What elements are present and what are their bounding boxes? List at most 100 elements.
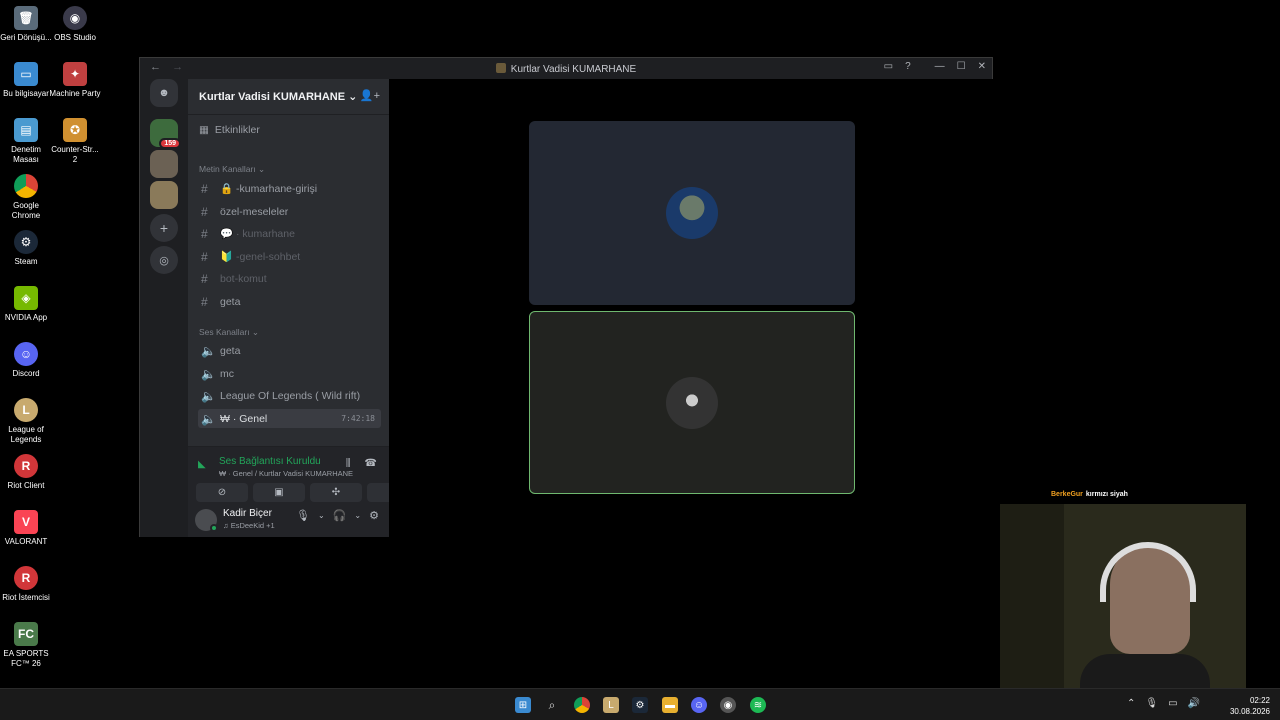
voice-channel[interactable]: 🔈 geta <box>198 341 381 360</box>
voice-channel-active[interactable]: 🔈 ₩ · Genel 7:42:18 <box>198 409 381 428</box>
activities-button[interactable]: ✣ <box>310 483 362 502</box>
help-icon[interactable]: ? <box>905 61 911 72</box>
speaker-icon: 🔈 <box>201 411 216 426</box>
server-icon-active[interactable] <box>150 181 178 209</box>
desktop-icon-recycle-bin[interactable]: 🗑 Geri Dönüşü... <box>0 6 52 43</box>
hash-icon: # <box>201 226 208 241</box>
inbox-icon[interactable]: ▭ <box>884 61 893 72</box>
voice-location: ₩ · Genel / Kurtlar Vadisi KUMARHANE <box>219 469 354 478</box>
desktop-icon-riot-istemcisi[interactable]: R Riot İstemcisi <box>0 566 52 603</box>
desktop-icon-nvidia[interactable]: ◈ NVIDIA App <box>0 286 52 323</box>
server-name: Kurtlar Vadisi KUMARHANE ⌄ <box>199 91 358 103</box>
chevron-up-icon[interactable]: ⌃ <box>1127 698 1135 709</box>
discord-icon: ☺ <box>14 342 38 366</box>
desktop-icon-lol[interactable]: L League of Legends <box>0 398 52 445</box>
hash-icon: # <box>201 181 208 196</box>
disconnect-icon[interactable]: ☎ <box>365 458 377 469</box>
user-name: Kadir Biçer <box>223 508 272 519</box>
microphone-icon[interactable]: 🎙 <box>296 509 310 522</box>
close-button[interactable]: ✕ <box>978 61 986 72</box>
voice-category[interactable]: Ses Kanalları ⌄ <box>199 327 259 338</box>
server-icon <box>495 63 506 73</box>
text-channel[interactable]: # özel-meseleler <box>198 202 381 221</box>
obs-taskbar-icon[interactable]: ◉ <box>720 697 736 713</box>
text-channel[interactable]: # bot-komut <box>198 269 381 288</box>
desktop-icon-obs[interactable]: ◉ OBS Studio <box>49 6 101 43</box>
recycle-bin-icon: 🗑 <box>14 6 38 30</box>
microphone-icon[interactable]: 🎙 <box>1145 698 1158 709</box>
add-server-icon[interactable]: + <box>150 214 178 242</box>
text-category[interactable]: Metin Kanalları ⌄ <box>199 164 265 175</box>
screen-share-button[interactable]: ▣ <box>253 483 305 502</box>
discord-home-icon[interactable]: ☻ <box>150 79 178 107</box>
minimize-button[interactable]: — <box>935 61 945 72</box>
title-bar: ← → Kurtlar Vadisi KUMARHANE ▭ ? — ☐ ✕ <box>140 58 992 79</box>
steam-taskbar-icon[interactable]: ⚙ <box>632 697 648 713</box>
settings-gear-icon[interactable]: ⚙ <box>369 509 379 522</box>
network-icon[interactable]: ▭ <box>1168 698 1177 709</box>
invite-icon[interactable]: 👤+ <box>360 89 380 102</box>
user-panel: Kadir Biçer ♫ EsDeeKid +1 🎙 ⌄ 🎧 ⌄ ⚙ <box>188 508 389 537</box>
webcam-shirt <box>1080 654 1210 688</box>
chevron-down-icon[interactable]: ⌄ <box>318 511 325 522</box>
chrome-taskbar-icon[interactable] <box>574 697 590 713</box>
desktop-icon-control-panel[interactable]: ▤ Denetim Masası <box>0 118 52 165</box>
lol-taskbar-icon[interactable]: L <box>603 697 619 713</box>
desktop-icon-valorant[interactable]: V VALORANT <box>0 510 52 547</box>
valorant-icon: V <box>14 510 38 534</box>
desktop-icon-this-pc[interactable]: ▭ Bu bilgisayar <box>0 62 52 99</box>
hash-icon: # <box>201 271 208 286</box>
text-channel[interactable]: # geta <box>198 292 381 311</box>
participant-tile-speaking[interactable] <box>529 311 855 494</box>
server-header[interactable]: Kurtlar Vadisi KUMARHANE ⌄ 👤+ <box>188 79 389 115</box>
webcam-background <box>1000 504 1064 688</box>
search-icon[interactable]: ⌕ <box>544 697 560 713</box>
desktop-icon-discord[interactable]: ☺ Discord <box>0 342 52 379</box>
desktop-icon-machine-party[interactable]: ✦ Machine Party <box>49 62 101 99</box>
desktop-icon-steam[interactable]: ⚙ Steam <box>0 230 52 267</box>
server-icon-1[interactable]: 159 <box>150 119 181 149</box>
calendar-icon: ▦ <box>199 124 209 136</box>
text-channel[interactable]: # 💬 · kumarhane <box>198 224 381 243</box>
desktop-icon-ea-fc[interactable]: FC EA SPORTS FC™ 26 <box>0 622 52 669</box>
voice-status[interactable]: Ses Bağlantısı Kuruldu <box>219 456 321 467</box>
voice-channel[interactable]: 🔈 mc <box>198 364 381 383</box>
text-channel[interactable]: # 🔰 -genel-sohbet <box>198 247 381 266</box>
ea-fc-icon: FC <box>14 622 38 646</box>
avatar[interactable] <box>195 509 218 532</box>
desktop-icon-riot-client[interactable]: R Riot Client <box>0 454 52 491</box>
signal-icon: ◣ <box>198 459 206 470</box>
desktop-icon-cs2[interactable]: ✪ Counter-Str... 2 <box>49 118 101 165</box>
computer-icon: ▭ <box>14 62 38 86</box>
clock[interactable]: 02:22 30.08.2026 <box>1230 695 1270 717</box>
headphones-icon[interactable]: 🎧 <box>333 509 347 522</box>
discord-taskbar-icon[interactable]: ☺ <box>691 697 707 713</box>
noise-suppression-icon[interactable]: ⫼ <box>346 458 351 469</box>
desktop-icon-chrome[interactable]: Google Chrome <box>0 174 52 221</box>
window-title: Kurtlar Vadisi KUMARHANE <box>140 63 992 75</box>
participant-tile[interactable] <box>529 121 855 305</box>
volume-icon[interactable]: 🔊 <box>1188 698 1200 709</box>
voice-channel[interactable]: 🔈 League Of Legends ( Wild rift) <box>198 386 381 405</box>
events-item[interactable]: ▦ Etkinlikler <box>199 124 260 136</box>
camera-button[interactable]: ⊘ <box>196 483 248 502</box>
obs-icon: ◉ <box>63 6 87 30</box>
mention-badge: 159 <box>159 138 181 149</box>
discover-icon[interactable]: ◎ <box>150 246 178 274</box>
file-explorer-icon[interactable]: ▬ <box>662 697 678 713</box>
window-controls: ▭ ? — ☐ ✕ <box>884 61 986 72</box>
clock-date: 30.08.2026 <box>1229 707 1270 716</box>
discord-window: ← → Kurtlar Vadisi KUMARHANE ▭ ? — ☐ ✕ ☻… <box>139 57 993 537</box>
machine-party-icon: ✦ <box>63 62 87 86</box>
avatar <box>666 187 718 239</box>
speaker-icon: 🔈 <box>201 366 216 381</box>
steam-icon: ⚙ <box>14 230 38 254</box>
spotify-icon[interactable]: ≋ <box>750 697 766 713</box>
server-icon-2[interactable] <box>150 150 178 178</box>
speaker-icon: 🔈 <box>201 388 216 403</box>
camera-overlay-label: BerkeGur kırmızı siyah <box>1051 491 1128 498</box>
start-icon[interactable]: ⊞ <box>515 697 531 713</box>
maximize-button[interactable]: ☐ <box>957 61 966 72</box>
text-channel[interactable]: # 🔒 -kumarhane-girişi <box>198 179 381 198</box>
chevron-down-icon[interactable]: ⌄ <box>354 511 361 522</box>
